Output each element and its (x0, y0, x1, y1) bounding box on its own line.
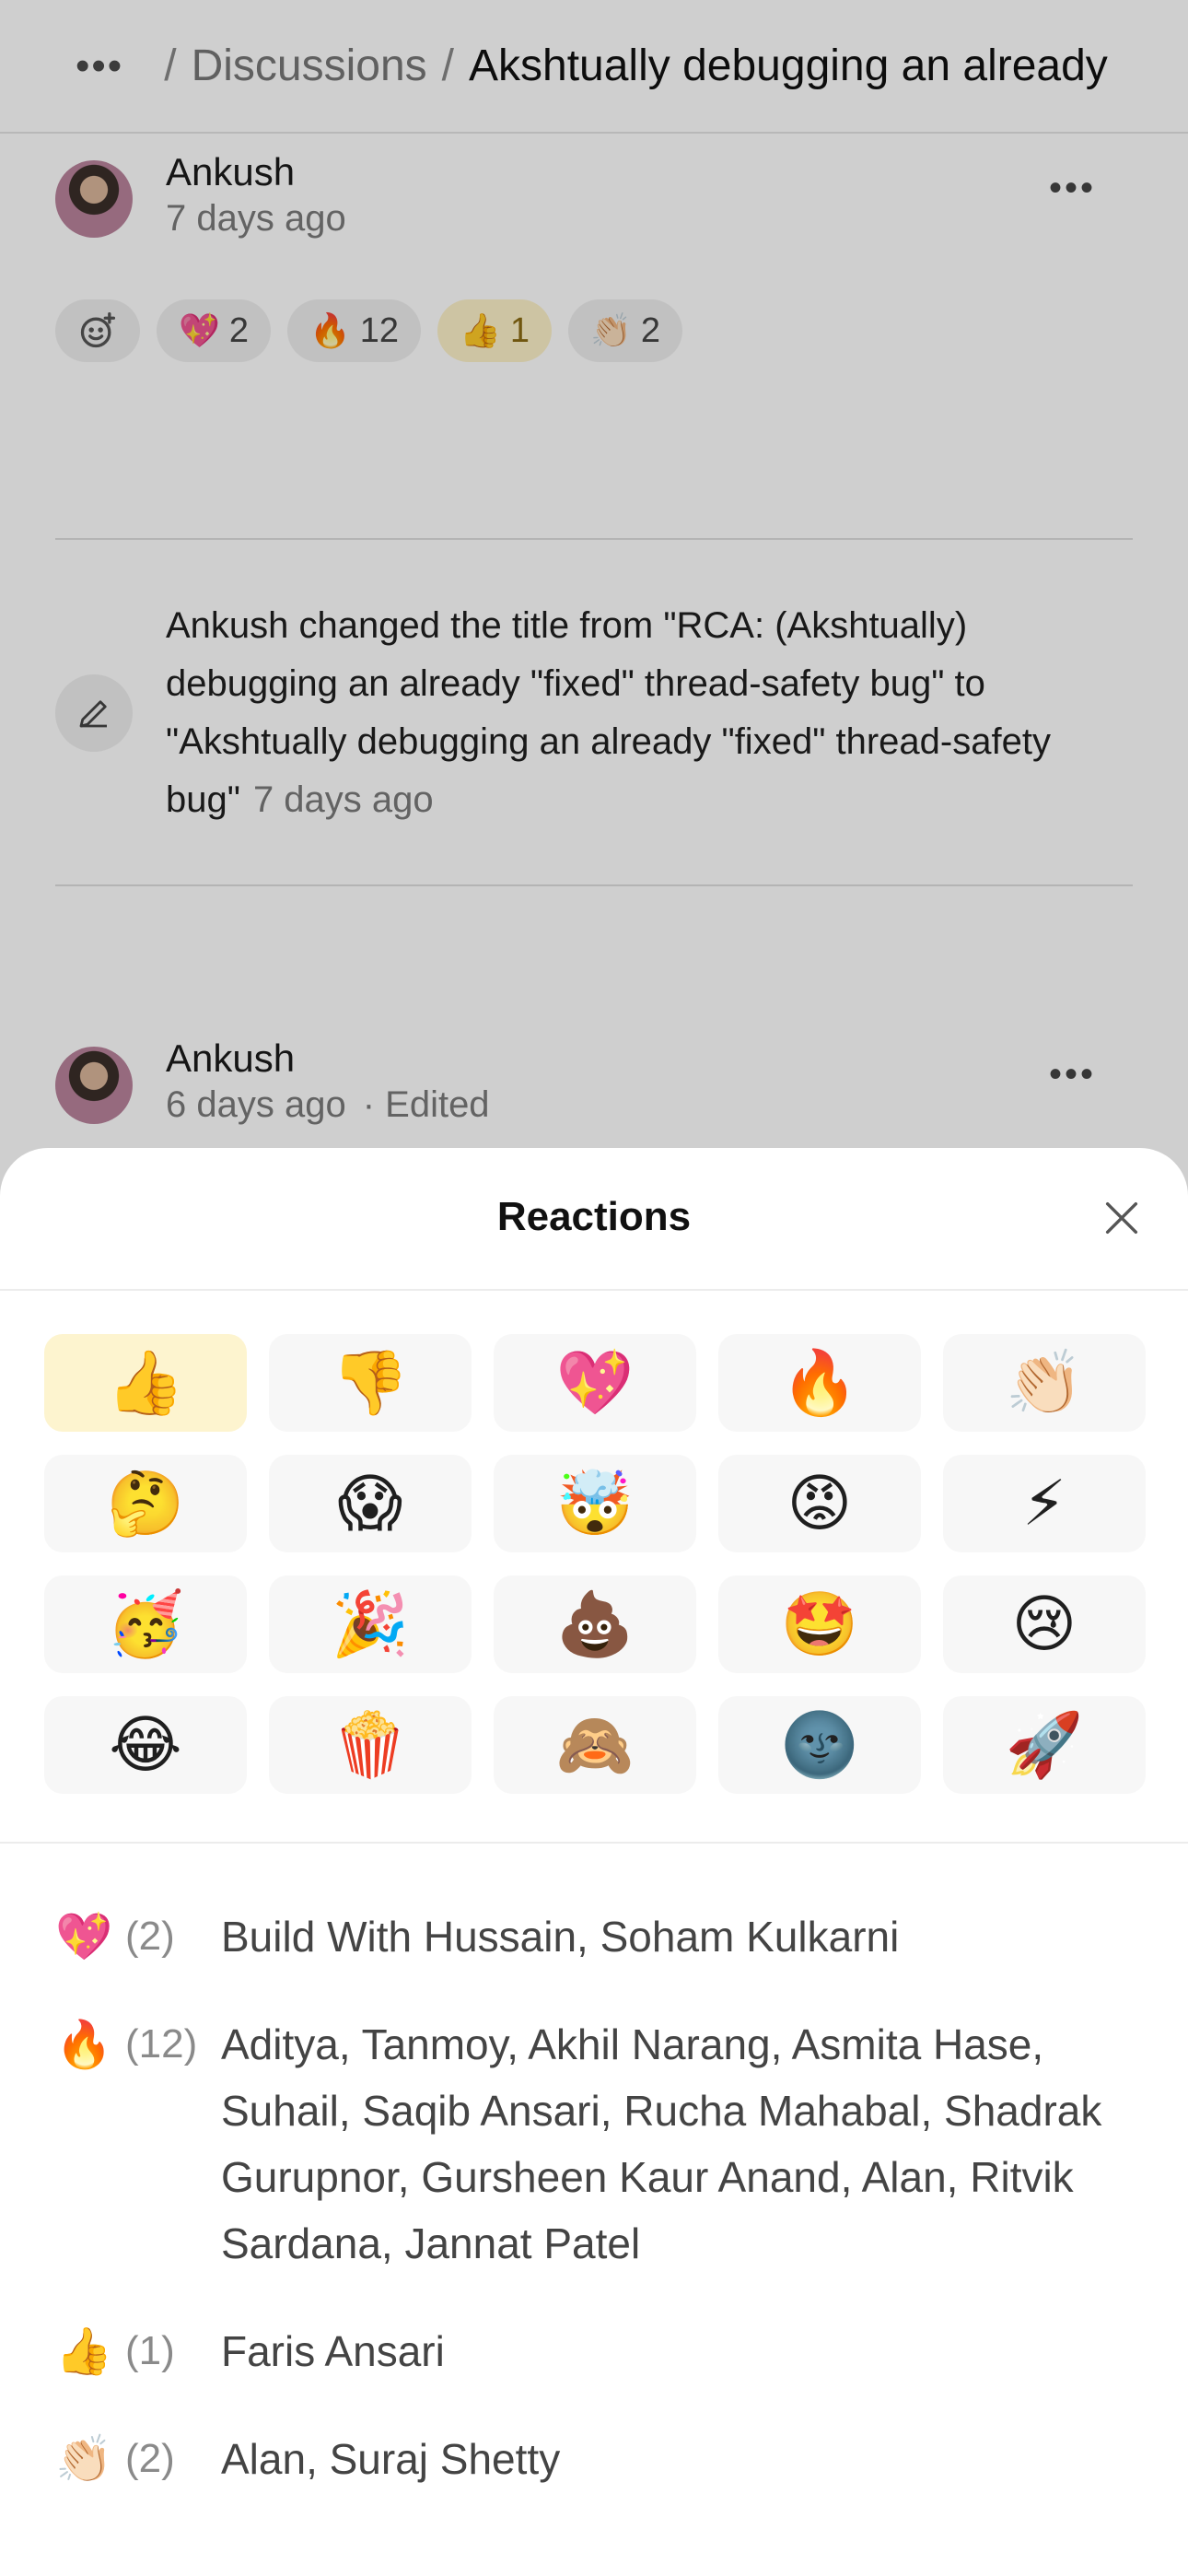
emoji-option[interactable]: 🥳 (44, 1575, 247, 1673)
close-icon (1105, 1201, 1138, 1235)
emoji-option[interactable]: 🎉 (269, 1575, 472, 1673)
reactor-count: (12) (125, 2021, 198, 2067)
emoji-picker-grid: 👍 👎 💖 🔥 👏🏻 🤔 😱 🤯 😡 ⚡ 🥳 🎉 💩 🤩 😢 😂 🍿 🙈 🌚 🚀 (44, 1334, 1146, 1794)
reactor-names: Faris Ansari (221, 2327, 445, 2375)
emoji-option[interactable]: 🤩 (718, 1575, 921, 1673)
reactor-row: 🔥 (12) Aditya, Tanmoy, Akhil Narang, Asm… (55, 2011, 1142, 2277)
reactors-list: 💖 (2) Build With Hussain, Soham Kulkarni… (55, 1903, 1142, 2534)
reactor-names: Aditya, Tanmoy, Akhil Narang, Asmita Has… (221, 2020, 1102, 2267)
emoji-option[interactable]: 👍 (44, 1334, 247, 1432)
reactor-names: Build With Hussain, Soham Kulkarni (221, 1913, 900, 1961)
reactor-row: 💖 (2) Build With Hussain, Soham Kulkarni (55, 1903, 1142, 1970)
reactor-count: (2) (125, 2436, 175, 2481)
emoji-option[interactable]: 💩 (494, 1575, 696, 1673)
emoji-option[interactable]: 🍿 (269, 1696, 472, 1794)
fire-icon: 🔥 (55, 2019, 113, 2070)
emoji-option[interactable]: 😡 (718, 1455, 921, 1552)
reactor-count: (1) (125, 2328, 175, 2373)
reactor-row: 👏🏻 (2) Alan, Suraj Shetty (55, 2426, 1142, 2492)
sparkling-heart-icon: 💖 (55, 1911, 113, 1962)
clapping-hands-icon: 👏🏻 (55, 2433, 113, 2485)
sheet-title: Reactions (496, 1194, 692, 1239)
emoji-option[interactable]: 🔥 (718, 1334, 921, 1432)
emoji-option[interactable]: 👎 (269, 1334, 472, 1432)
emoji-option[interactable]: ⚡ (943, 1455, 1146, 1552)
reactor-count: (2) (125, 1914, 175, 1959)
sheet-header: Reactions (0, 1148, 1188, 1291)
close-button[interactable] (1096, 1192, 1147, 1244)
divider (0, 1842, 1188, 1844)
emoji-option[interactable]: 🤯 (494, 1455, 696, 1552)
reactions-sheet: Reactions 👍 👎 💖 🔥 👏🏻 🤔 😱 🤯 😡 ⚡ 🥳 🎉 💩 🤩 😢 😂 🍿 🙈 🌚 🚀 💖 (2) Bu… (0, 1148, 1188, 2576)
emoji-option[interactable]: 😢 (943, 1575, 1146, 1673)
emoji-option[interactable]: 👏🏻 (943, 1334, 1146, 1432)
emoji-option[interactable]: 💖 (494, 1334, 696, 1432)
emoji-option[interactable]: 😱 (269, 1455, 472, 1552)
reactor-names: Alan, Suraj Shetty (221, 2435, 561, 2483)
reactor-row: 👍 (1) Faris Ansari (55, 2318, 1142, 2384)
emoji-option[interactable]: 🤔 (44, 1455, 247, 1552)
thumbs-up-icon: 👍 (55, 2325, 113, 2377)
emoji-option[interactable]: 🌚 (718, 1696, 921, 1794)
emoji-option[interactable]: 🚀 (943, 1696, 1146, 1794)
emoji-option[interactable]: 🙈 (494, 1696, 696, 1794)
emoji-option[interactable]: 😂 (44, 1696, 247, 1794)
